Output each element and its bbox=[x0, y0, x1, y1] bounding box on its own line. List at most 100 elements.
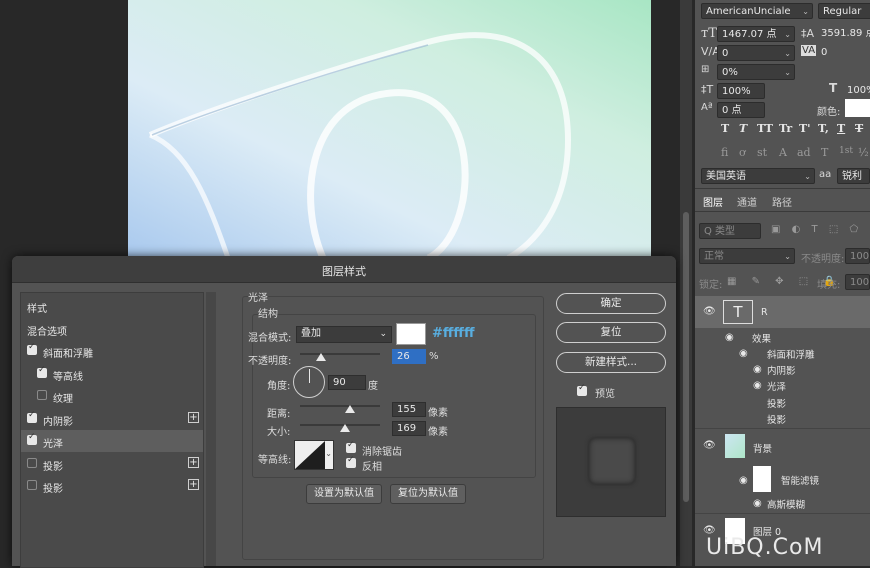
angle-dial[interactable] bbox=[293, 366, 325, 398]
effect-drop-shadow[interactable]: 投影 bbox=[767, 412, 786, 426]
stylistic-alternates-button[interactable]: ad bbox=[797, 146, 811, 159]
document-canvas[interactable] bbox=[128, 0, 651, 258]
antialias-select[interactable]: 锐利 bbox=[837, 168, 870, 184]
opacity-slider[interactable] bbox=[300, 353, 380, 355]
filter-icons[interactable]: ▣ ◐ T ⬚ ⬠ bbox=[771, 224, 862, 235]
invert-checkbox[interactable] bbox=[346, 455, 356, 468]
fractions-button[interactable]: ½ bbox=[858, 146, 869, 159]
effect-bevel[interactable]: 斜面和浮雕 bbox=[767, 347, 815, 361]
contour-picker[interactable]: ⌄ bbox=[294, 440, 334, 470]
style-list-item[interactable]: 等高线 bbox=[21, 363, 203, 385]
distance-slider[interactable] bbox=[300, 405, 380, 407]
opacity-slider-thumb[interactable] bbox=[315, 353, 326, 361]
ordinal-suffix-button[interactable]: 1st bbox=[839, 146, 853, 156]
effect-eye-icon[interactable]: ◉ bbox=[753, 380, 762, 391]
font-style-select[interactable]: Regular bbox=[818, 3, 870, 19]
strikethrough-button[interactable]: T bbox=[855, 122, 863, 135]
dialog-titlebar[interactable]: 图层样式 bbox=[12, 256, 676, 283]
size-input[interactable]: 169 bbox=[392, 421, 426, 436]
anti-alias-checkbox[interactable] bbox=[346, 440, 356, 453]
swash-button[interactable]: st bbox=[757, 146, 767, 159]
satin-blend-mode-select[interactable]: 叠加 ⌄ bbox=[296, 326, 392, 343]
effect-drop-shadow[interactable]: 投影 bbox=[767, 396, 786, 410]
tab-channels[interactable]: 通道 bbox=[737, 194, 757, 209]
kerning-field[interactable]: 0 ⌄ bbox=[717, 45, 795, 61]
style-checkbox[interactable] bbox=[37, 390, 47, 400]
vertical-scale-field[interactable]: 100% bbox=[717, 83, 765, 99]
opacity-input[interactable]: 26 bbox=[392, 349, 426, 364]
baseline-field[interactable]: 0 点 bbox=[717, 102, 765, 118]
ordinals-button[interactable]: T bbox=[821, 146, 828, 159]
scrollbar-thumb[interactable] bbox=[683, 212, 689, 502]
gaussian-blur-label[interactable]: 高斯模糊 bbox=[767, 497, 805, 511]
angle-input[interactable]: 90 bbox=[328, 375, 366, 390]
size-slider-thumb[interactable] bbox=[339, 424, 350, 432]
text-color-swatch[interactable] bbox=[845, 99, 870, 117]
horizontal-scale-field[interactable]: 100% bbox=[843, 83, 870, 99]
discretionary-ligature-button[interactable]: ơ bbox=[739, 146, 746, 159]
style-list-item[interactable]: 样式 bbox=[21, 295, 203, 317]
visibility-eye-icon[interactable]: 👁 bbox=[703, 440, 716, 451]
style-list-item[interactable]: 投影 + bbox=[21, 475, 203, 497]
layer-row-background[interactable]: 👁 背景 bbox=[695, 430, 870, 462]
add-effect-plus-icon[interactable]: + bbox=[188, 456, 199, 468]
panel-scrollbar[interactable] bbox=[680, 0, 692, 566]
small-caps-button[interactable]: Tr bbox=[779, 122, 792, 135]
effect-eye-icon[interactable]: ◉ bbox=[739, 348, 748, 359]
layer-name[interactable]: R bbox=[761, 307, 768, 318]
style-list-item[interactable]: 内阴影 + bbox=[21, 408, 203, 430]
underline-button[interactable]: T bbox=[837, 122, 845, 135]
new-style-button[interactable]: 新建样式... bbox=[556, 352, 666, 373]
tab-layers[interactable]: 图层 bbox=[703, 194, 723, 209]
all-caps-button[interactable]: TT bbox=[757, 122, 773, 135]
smart-filter-mask-thumbnail[interactable] bbox=[753, 466, 771, 492]
style-checkbox[interactable] bbox=[27, 457, 37, 468]
visibility-eye-icon[interactable]: 👁 bbox=[703, 306, 716, 317]
font-size-field[interactable]: 1467.07 点 ⌄ bbox=[717, 26, 795, 42]
style-list-scrollbar[interactable] bbox=[206, 292, 216, 566]
smart-filter-label[interactable]: 智能滤镜 bbox=[781, 473, 819, 487]
superscript-button[interactable]: T' bbox=[799, 122, 811, 135]
set-default-button[interactable]: 设置为默认值 bbox=[306, 484, 382, 504]
distance-input[interactable]: 155 bbox=[392, 402, 426, 417]
titling-button[interactable]: A bbox=[779, 146, 787, 159]
blend-mode-select[interactable]: 正常 ⌄ bbox=[699, 248, 795, 264]
add-effect-plus-icon[interactable]: + bbox=[188, 479, 199, 490]
faux-bold-button[interactable]: T bbox=[721, 122, 729, 135]
tab-paths[interactable]: 路径 bbox=[772, 194, 792, 209]
satin-color-swatch[interactable] bbox=[396, 323, 426, 345]
style-list-item[interactable]: 混合选项 bbox=[21, 318, 203, 340]
style-list-item[interactable]: 光泽 bbox=[21, 430, 203, 452]
preview-checkbox[interactable] bbox=[577, 383, 587, 396]
style-list-item[interactable]: 斜面和浮雕 bbox=[21, 340, 203, 362]
tracking-field[interactable]: 0 bbox=[817, 45, 870, 61]
layer-opacity-field[interactable]: 100% bbox=[845, 248, 870, 264]
style-checkbox[interactable] bbox=[27, 480, 37, 490]
style-checkbox[interactable] bbox=[37, 365, 47, 378]
layer-filter-select[interactable]: Q 类型 bbox=[699, 223, 761, 239]
effect-satin[interactable]: 光泽 bbox=[767, 379, 786, 393]
distance-slider-thumb[interactable] bbox=[344, 405, 355, 413]
subscript-button[interactable]: T, bbox=[818, 122, 829, 135]
font-family-select[interactable]: AmericanUnciale ⌄ bbox=[701, 3, 813, 19]
layer-name[interactable]: 背景 bbox=[753, 441, 772, 455]
effect-eye-icon[interactable]: ◉ bbox=[753, 364, 762, 375]
reset-button[interactable]: 复位 bbox=[556, 322, 666, 343]
style-list-item[interactable]: 投影 + bbox=[21, 453, 203, 475]
language-select[interactable]: 美国英语 ⌄ bbox=[701, 168, 815, 184]
reset-default-button[interactable]: 复位为默认值 bbox=[390, 484, 466, 504]
faux-italic-button[interactable]: T bbox=[739, 122, 747, 135]
filter-eye-icon[interactable]: ◉ bbox=[753, 498, 762, 509]
style-checkbox[interactable] bbox=[27, 410, 37, 423]
smart-filter-eye-icon[interactable]: ◉ bbox=[739, 475, 748, 486]
ligature-button[interactable]: fi bbox=[721, 146, 728, 159]
fill-field[interactable]: 100% bbox=[845, 274, 870, 290]
effects-eye-icon[interactable]: ◉ bbox=[725, 332, 734, 343]
layer-row-text[interactable]: 👁 T R bbox=[695, 296, 870, 328]
effect-inner-shadow[interactable]: 内阴影 bbox=[767, 363, 796, 377]
tsume-field[interactable]: 0% ⌄ bbox=[717, 64, 795, 80]
style-checkbox[interactable] bbox=[27, 432, 37, 445]
add-effect-plus-icon[interactable]: + bbox=[188, 411, 199, 423]
style-list-item[interactable]: 纹理 bbox=[21, 385, 203, 407]
style-checkbox[interactable] bbox=[27, 342, 37, 355]
